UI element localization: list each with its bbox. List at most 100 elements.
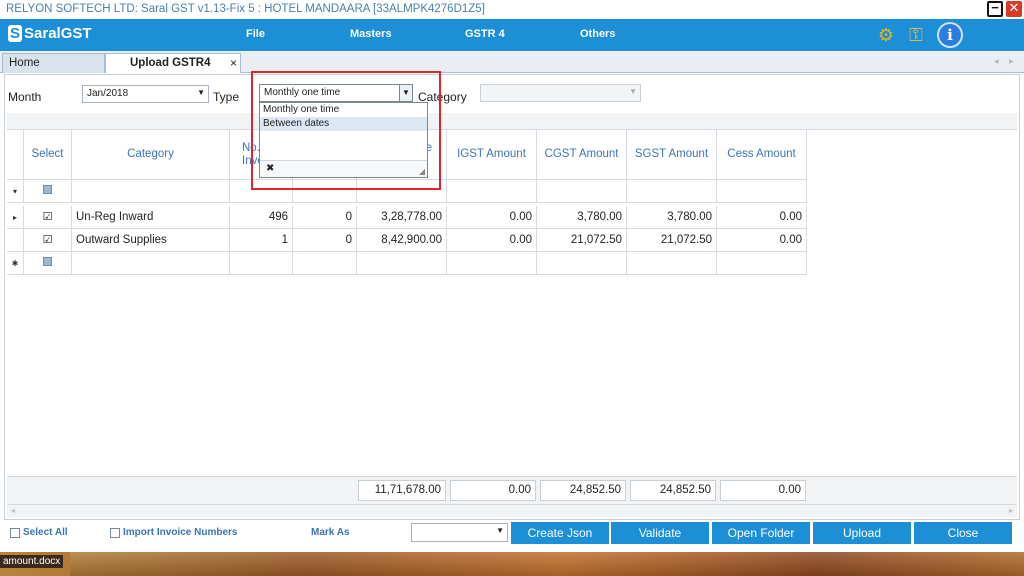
dropdown-option-between-dates[interactable]: Between dates (260, 117, 427, 131)
header-select[interactable]: Select (24, 130, 72, 180)
table-row-select[interactable]: ☑ (24, 206, 72, 229)
filter-category-cell[interactable] (72, 180, 230, 203)
menu-bar: S SaralGST File Masters GSTR 4 Others (0, 19, 1024, 51)
table-cell-cess[interactable]: 0.00 (717, 206, 807, 229)
create-json-button[interactable]: Create Json (511, 522, 609, 544)
tab-scroll-left-icon[interactable]: ◂ (994, 56, 999, 67)
new-row-checkbox-icon[interactable] (43, 257, 52, 266)
header-category[interactable]: Category (72, 130, 230, 180)
select-all-label[interactable]: Select All (23, 527, 68, 538)
table-cell-cess[interactable]: 0.00 (717, 229, 807, 252)
menu-gstr4[interactable]: GSTR 4 (465, 28, 505, 40)
new-row-cell[interactable] (357, 252, 447, 275)
chevron-down-icon: ▼ (197, 88, 205, 97)
logo-text: SaralGST (24, 25, 92, 42)
close-window-icon[interactable]: ✕ (1006, 1, 1022, 17)
dropdown-footer: ✖ ◢ (260, 160, 427, 177)
table-cell-sgst[interactable]: 21,072.50 (627, 229, 717, 252)
tab-scroll-right-icon[interactable]: ▸ (1009, 56, 1014, 67)
filter-select-cell[interactable] (24, 180, 72, 203)
select-all-checkbox[interactable] (10, 528, 20, 538)
mark-as-label: Mark As (311, 527, 350, 538)
table-cell-category[interactable]: Un-Reg Inward (72, 206, 230, 229)
filter-checkbox-icon[interactable] (43, 185, 52, 194)
table-cell-taxable[interactable]: 8,42,900.00 (357, 229, 447, 252)
info-icon[interactable]: i (937, 22, 963, 48)
header-sgst[interactable]: SGST Amount (627, 130, 717, 180)
open-folder-button[interactable]: Open Folder (712, 522, 810, 544)
menu-masters[interactable]: Masters (350, 28, 392, 40)
new-row-cell[interactable] (717, 252, 807, 275)
total-cess: 0.00 (720, 480, 806, 501)
row-indicator-icon: ▸ (7, 206, 24, 229)
new-row-select[interactable] (24, 252, 72, 275)
tab-close-icon[interactable]: × (230, 56, 237, 70)
new-row-cell[interactable] (447, 252, 537, 275)
window-title: RELYON SOFTECH LTD: Saral GST v1.13-Fix … (6, 3, 485, 15)
tab-home[interactable]: Home (2, 53, 105, 73)
table-cell-col4[interactable]: 0 (293, 206, 357, 229)
import-invoice-label[interactable]: Import Invoice Numbers (123, 527, 237, 538)
type-select[interactable]: Monthly one time ▼ (259, 84, 413, 102)
minimize-icon[interactable]: − (987, 1, 1003, 17)
table-cell-igst[interactable]: 0.00 (447, 229, 537, 252)
checkbox-checked-icon[interactable]: ☑ (42, 212, 53, 223)
type-label: Type (213, 90, 240, 104)
type-dropdown-list: Monthly one time Between dates ✖ ◢ (259, 102, 428, 178)
filter-cell[interactable] (717, 180, 807, 203)
tab-bar: Home Upload GSTR4 × (0, 51, 1024, 73)
header-cgst[interactable]: CGST Amount (537, 130, 627, 180)
new-row-cell[interactable] (627, 252, 717, 275)
dropdown-option-monthly[interactable]: Monthly one time (260, 103, 427, 117)
horizontal-scrollbar[interactable]: ◂ ▸ (7, 504, 1017, 517)
filter-cell[interactable] (293, 180, 357, 203)
type-value: Monthly one time (264, 87, 341, 98)
month-select[interactable]: Jan/2018 ▼ (82, 85, 209, 103)
taskbar-item[interactable]: amount.docx (0, 555, 64, 568)
table-cell-col4[interactable]: 0 (293, 229, 357, 252)
checkbox-checked-icon[interactable]: ☑ (42, 235, 53, 246)
window-titlebar: RELYON SOFTECH LTD: Saral GST v1.13-Fix … (0, 0, 1024, 19)
close-button[interactable]: Close (914, 522, 1012, 544)
new-row-cell[interactable] (230, 252, 293, 275)
table-cell-sgst[interactable]: 3,780.00 (627, 206, 717, 229)
tab-upload-gstr4[interactable]: Upload GSTR4 × (105, 53, 241, 73)
table-cell-category[interactable]: Outward Supplies (72, 229, 230, 252)
filter-cell[interactable] (357, 180, 447, 203)
category-select[interactable]: ▼ (480, 84, 641, 102)
menu-file[interactable]: File (246, 28, 265, 40)
validate-button[interactable]: Validate (611, 522, 709, 544)
new-row-cell[interactable] (72, 252, 230, 275)
tab-upload-label: Upload GSTR4 (130, 57, 211, 69)
key-icon[interactable]: ⚿ (904, 24, 928, 46)
header-igst[interactable]: IGST Amount (447, 130, 537, 180)
clear-selection-icon[interactable]: ✖ (266, 163, 274, 174)
grid-group-panel (7, 113, 1017, 130)
table-cell-cgst[interactable]: 3,780.00 (537, 206, 627, 229)
filter-cell[interactable] (447, 180, 537, 203)
filter-cell[interactable] (230, 180, 293, 203)
table-cell-invoices[interactable]: 496 (230, 206, 293, 229)
table-cell-cgst[interactable]: 21,072.50 (537, 229, 627, 252)
header-indicator (7, 130, 24, 180)
new-row-cell[interactable] (293, 252, 357, 275)
import-invoice-checkbox[interactable] (110, 528, 120, 538)
new-row-cell[interactable] (537, 252, 627, 275)
chevron-down-icon[interactable]: ▼ (399, 85, 412, 101)
menu-others[interactable]: Others (580, 28, 615, 40)
resize-grip-icon[interactable]: ◢ (419, 167, 425, 176)
upload-button[interactable]: Upload (813, 522, 911, 544)
row-indicator (7, 229, 24, 252)
settings-gear-icon[interactable]: ⚙ (874, 24, 898, 46)
app-logo: S SaralGST (8, 25, 92, 42)
month-label: Month (8, 90, 42, 104)
table-cell-invoices[interactable]: 1 (230, 229, 293, 252)
table-row-select[interactable]: ☑ (24, 229, 72, 252)
table-cell-taxable[interactable]: 3,28,778.00 (357, 206, 447, 229)
mark-as-select[interactable]: ▼ (411, 523, 508, 542)
filter-cell[interactable] (627, 180, 717, 203)
taskbar-background (70, 552, 1024, 576)
filter-cell[interactable] (537, 180, 627, 203)
table-cell-igst[interactable]: 0.00 (447, 206, 537, 229)
header-cess[interactable]: Cess Amount (717, 130, 807, 180)
